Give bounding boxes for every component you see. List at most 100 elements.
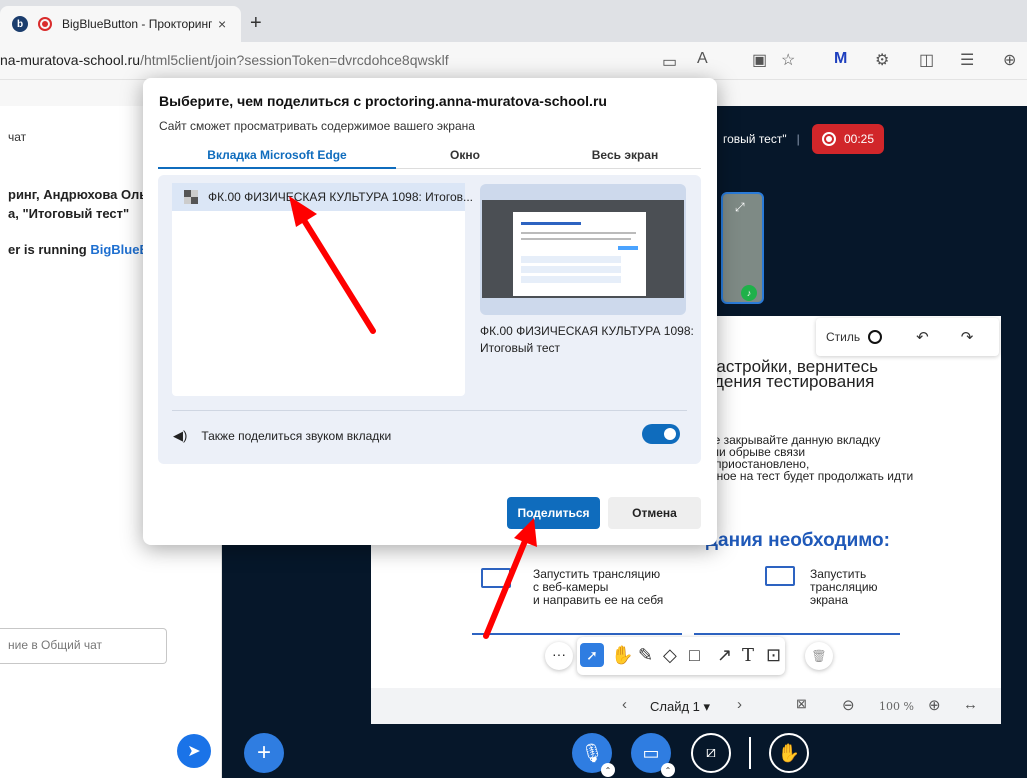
button-separator xyxy=(749,737,751,769)
session-title-text: говый тест" xyxy=(723,132,787,146)
tab-list-item-label: ФК.00 ФИЗИЧЕСКАЯ КУЛЬТУРА 1098: Итогов..… xyxy=(208,190,473,204)
style-label: Стиль xyxy=(826,330,861,344)
more-options-icon[interactable]: ··· xyxy=(545,642,573,670)
hand-icon: ✋ xyxy=(777,742,801,763)
slide-step2: Запустить трансляцию экрана xyxy=(810,568,878,607)
zoom-out-icon[interactable]: ⊖ xyxy=(842,696,855,714)
text-tool-icon[interactable]: T xyxy=(742,645,754,666)
share-button[interactable]: Поделиться xyxy=(507,497,600,529)
slide-divider xyxy=(694,633,900,635)
send-icon: ➤ xyxy=(187,743,201,760)
speaker-icon: ◀) xyxy=(173,428,188,443)
undo-icon[interactable]: ↶ xyxy=(916,328,929,346)
share-audio-label: Также поделиться звуком вкладки xyxy=(201,429,392,443)
new-tab-button[interactable]: + xyxy=(250,12,262,35)
pan-tool-icon[interactable]: ✋ xyxy=(611,645,633,666)
step-line: экрана xyxy=(810,593,849,607)
collections-icon[interactable]: ⊕ xyxy=(1003,50,1016,70)
chat-message-text: er is running xyxy=(8,242,91,257)
send-message-button[interactable]: ➤ xyxy=(177,734,211,768)
browser-tab[interactable]: b BigBlueButton - Прокторинг × xyxy=(0,6,241,42)
fit-width-icon[interactable]: ↔ xyxy=(963,696,978,713)
url-domain: na-muratova-school.ru xyxy=(0,52,141,68)
slide-note: нное на тест будет продолжать идти xyxy=(710,469,914,483)
chat-message-welcome: ринг, Андрюхова Оль а, "Итоговый тест" xyxy=(8,185,147,223)
panel-divider xyxy=(172,410,687,411)
extensions-icon[interactable]: ⚙ xyxy=(875,50,889,70)
url-path: /html5client/join?sessionToken=dvrcdohce… xyxy=(140,52,449,68)
eraser-tool-icon[interactable]: ◇ xyxy=(663,645,677,666)
camera-icon: ▭ xyxy=(642,742,660,763)
tab-microsoft-edge[interactable]: Вкладка Microsoft Edge xyxy=(158,148,396,162)
dialog-title: Выберите, чем поделиться с proctoring.an… xyxy=(159,93,607,109)
slide-selector[interactable]: Слайд 1 ▾ xyxy=(650,699,710,715)
monitor-icon xyxy=(765,566,795,586)
style-color-icon[interactable] xyxy=(868,330,883,344)
cancel-button[interactable]: Отмена xyxy=(608,497,701,529)
chat-message-input[interactable]: ние в Общий чат xyxy=(0,628,167,664)
dialog-subtitle: Сайт сможет просматривать содержимое ваш… xyxy=(159,119,475,133)
step-line: и направить ее на себя xyxy=(533,593,664,607)
annotations-icon[interactable]: ⊠ xyxy=(796,696,807,712)
delete-icon[interactable]: 🗑 xyxy=(805,642,833,670)
plus-icon: + xyxy=(256,739,271,766)
slide-text: дения тестирования xyxy=(714,372,875,391)
page-favicon-icon xyxy=(184,190,198,204)
arrow-tool-icon[interactable]: ↗ xyxy=(717,645,732,666)
preview-page xyxy=(513,212,646,296)
raise-hand-button[interactable]: ✋ xyxy=(769,733,809,773)
zoom-in-icon[interactable]: ⊕ xyxy=(928,696,941,714)
chat-message-line: а, "Итоговый тест" xyxy=(8,206,130,221)
zoom-level: 100 % xyxy=(879,700,914,713)
note-tool-icon[interactable]: ⊡ xyxy=(766,645,781,666)
url-text[interactable]: na-muratova-school.ru/html5client/join?s… xyxy=(0,52,449,68)
style-toolbar: Стиль ↶ ↷ xyxy=(816,318,999,356)
title-separator: | xyxy=(796,132,800,146)
redo-icon[interactable]: ↷ xyxy=(961,328,974,346)
screen-share-button[interactable]: ⧄ xyxy=(691,733,731,773)
camera-in-use-icon[interactable]: ▭ xyxy=(662,52,677,72)
microphone-icon: 🎙 xyxy=(580,742,604,763)
tab-close-icon[interactable]: × xyxy=(218,16,226,32)
slide-heading: дания необходимо: xyxy=(706,530,890,551)
share-audio-toggle[interactable] xyxy=(642,424,680,444)
actions-plus-button[interactable]: + xyxy=(244,733,284,773)
read-aloud-icon[interactable]: A xyxy=(697,50,708,68)
favorites-icon[interactable]: ☰ xyxy=(960,50,974,70)
tab-list xyxy=(172,183,465,396)
address-bar[interactable]: na-muratova-school.ru/html5client/join?s… xyxy=(0,42,1027,80)
mic-options-icon[interactable]: ⌃ xyxy=(601,763,615,777)
chat-header: чат xyxy=(8,130,27,144)
webcam-mic-icon: ♪ xyxy=(741,285,757,301)
slide-step1: Запустить трансляцию с веб-камеры и напр… xyxy=(533,568,663,607)
recording-indicator-icon xyxy=(38,17,52,31)
recording-timer: 00:25 xyxy=(843,132,875,146)
camera-options-icon[interactable]: ⌃ xyxy=(661,763,675,777)
session-title: говый тест" | xyxy=(723,132,800,146)
tab-list-item[interactable]: ФК.00 ФИЗИЧЕСКАЯ КУЛЬТУРА 1098: Итогов..… xyxy=(172,183,473,211)
bigbluebutton-favicon-icon: b xyxy=(12,16,28,32)
immersive-reader-icon[interactable]: ▣ xyxy=(752,50,767,70)
split-screen-icon[interactable]: ◫ xyxy=(919,50,934,70)
select-tool-icon[interactable]: ➚ xyxy=(580,643,604,667)
monitor-icon xyxy=(481,568,511,588)
fullscreen-icon[interactable]: ⤢ xyxy=(735,200,745,215)
share-audio-option: ◀) Также поделиться звуком вкладки xyxy=(173,428,391,444)
recording-badge[interactable]: 00:25 xyxy=(812,124,884,154)
next-slide-icon[interactable]: › xyxy=(737,696,742,713)
pencil-tool-icon[interactable]: ✎ xyxy=(638,645,653,666)
screen-share-off-icon: ⧄ xyxy=(705,744,717,761)
rectangle-tool-icon[interactable]: □ xyxy=(689,645,700,666)
preview-caption: ФК.00 ФИЗИЧЕСКАЯ КУЛЬТУРА 1098: Итоговый… xyxy=(480,324,694,355)
previous-slide-icon[interactable]: ‹ xyxy=(622,696,627,713)
chat-message-line: ринг, Андрюхова Оль xyxy=(8,187,148,202)
extension-m-icon[interactable]: M xyxy=(834,50,847,68)
tab-title: BigBlueButton - Прокторинг xyxy=(62,17,212,31)
favorite-star-icon[interactable]: ☆ xyxy=(781,50,795,70)
tab-entire-screen[interactable]: Весь экран xyxy=(530,148,720,162)
slide-label: Слайд 1 xyxy=(650,699,700,714)
chat-message-server: er is running BigBlueBu xyxy=(8,242,157,257)
active-tab-indicator xyxy=(158,167,396,169)
record-icon xyxy=(821,132,836,146)
slide-divider xyxy=(472,633,682,635)
